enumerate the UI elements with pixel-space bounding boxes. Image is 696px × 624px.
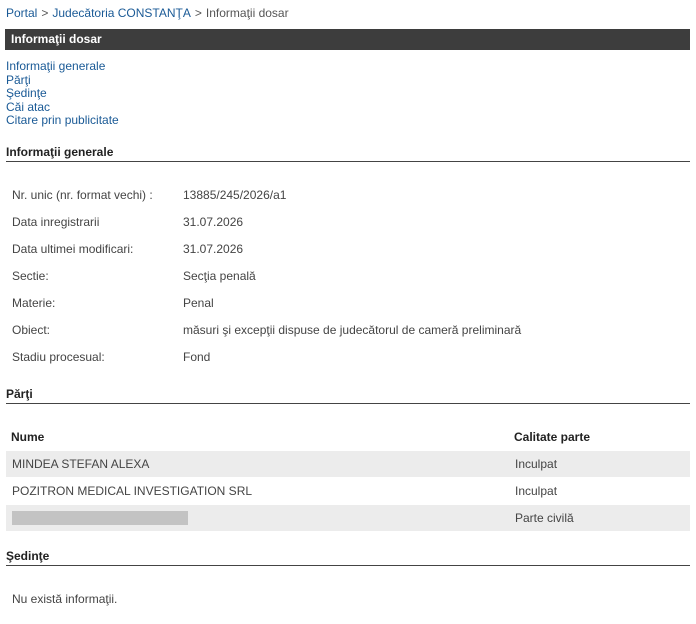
breadcrumb-current: Informaţii dosar [205, 6, 289, 20]
breadcrumb-court-link[interactable]: Judecătoria CONSTANŢA [52, 6, 191, 20]
breadcrumb-portal-link[interactable]: Portal [6, 6, 37, 20]
toc-link-citare[interactable]: Citare prin publicitate [6, 113, 119, 128]
info-label: Data inregistrarii [12, 215, 100, 229]
info-label: Stadiu procesual: [12, 350, 105, 364]
party-role: Inculpat [515, 457, 558, 471]
info-value: măsuri şi excepţii dispuse de judecătoru… [183, 323, 522, 337]
info-value: Secţia penală [183, 269, 256, 283]
info-value: Penal [183, 296, 214, 310]
toc-link-sedinte[interactable]: Şedinţe [6, 86, 119, 101]
info-value: 13885/245/2026/a1 [183, 188, 287, 202]
sedinte-empty-message: Nu există informaţii. [12, 592, 118, 606]
table-row: Parte civilă [6, 505, 690, 531]
page-title: Informaţii dosar [5, 29, 690, 50]
info-value: Fond [183, 350, 211, 364]
section-heading-sedinte: Şedinţe [6, 549, 690, 566]
info-label: Nr. unic (nr. format vechi) : [12, 188, 153, 202]
table-row: POZITRON MEDICAL INVESTIGATION SRL Incul… [6, 478, 690, 504]
info-label: Materie: [12, 296, 56, 310]
toc-link-parti[interactable]: Părţi [6, 73, 119, 88]
table-row: MINDEA STEFAN ALEXA Inculpat [6, 451, 690, 477]
breadcrumb-separator: > [194, 6, 202, 20]
party-role: Parte civilă [515, 511, 574, 525]
redacted-name-block [12, 511, 188, 525]
info-value: 31.07.2026 [183, 215, 244, 229]
toc-link-cai-atac[interactable]: Căi atac [6, 100, 119, 115]
column-header-nume: Nume [11, 430, 45, 444]
info-label: Data ultimei modificari: [12, 242, 134, 256]
section-heading-informatii-generale: Informaţii generale [6, 145, 690, 162]
party-name: MINDEA STEFAN ALEXA [12, 457, 150, 471]
party-name: POZITRON MEDICAL INVESTIGATION SRL [12, 484, 253, 498]
breadcrumb: Portal > Judecătoria CONSTANŢA > Informaţii … [6, 6, 289, 20]
party-role: Inculpat [515, 484, 558, 498]
info-label: Obiect: [12, 323, 51, 337]
column-header-calitate: Calitate parte [514, 430, 591, 444]
info-label: Sectie: [12, 269, 49, 283]
breadcrumb-separator: > [41, 6, 49, 20]
table-of-contents: Informaţii generale Părţi Şedinţe Căi at… [6, 59, 119, 128]
toc-link-informatii-generale[interactable]: Informaţii generale [6, 59, 119, 74]
info-value: 31.07.2026 [183, 242, 244, 256]
parti-table-header: Nume Calitate parte [6, 430, 690, 450]
section-heading-parti: Părţi [6, 387, 690, 404]
